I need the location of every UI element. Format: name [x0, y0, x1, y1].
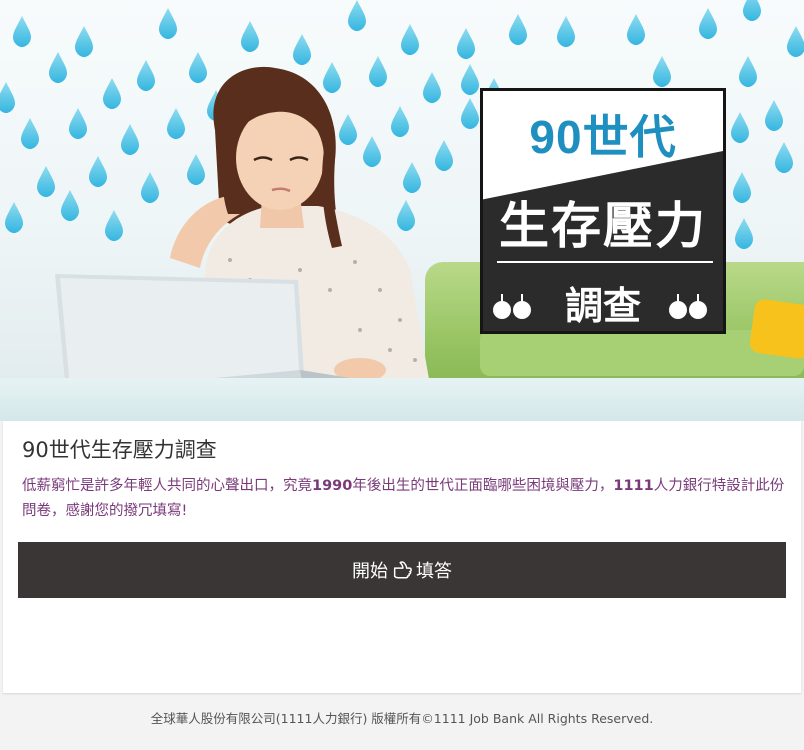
- start-label-after: 填答: [416, 561, 452, 582]
- survey-title-badge: 90世代 生存壓力 調查: [480, 88, 726, 334]
- copyright-footer: 全球華人股份有限公司(1111人力銀行) 版權所有©1111 Job Bank …: [150, 711, 654, 726]
- badge-divider: [497, 261, 713, 263]
- survey-card: 90世代生存壓力調查 低薪窮忙是許多年輕人共同的心聲出口，究竟1990年後出生的…: [3, 421, 801, 693]
- survey-description: 低薪窮忙是許多年輕人共同的心聲出口，究竟1990年後出生的世代正面臨哪些困境與壓…: [22, 474, 792, 524]
- badge-main-text: 生存壓力: [499, 198, 707, 254]
- description-highlight: 1111: [613, 478, 654, 494]
- table-surface: [0, 378, 804, 421]
- badge-top-text: 90世代: [529, 111, 677, 163]
- pointing-hand-icon: [393, 561, 412, 579]
- survey-title: 90世代生存壓力調查: [22, 438, 217, 462]
- hero-banner: 90世代 生存壓力 調查: [0, 0, 804, 421]
- bomb-icon: [669, 291, 713, 319]
- start-survey-button[interactable]: 開始 填答: [18, 542, 786, 598]
- description-text: 低薪窮忙是許多年輕人共同的心聲出口，究竟: [22, 478, 312, 494]
- description-highlight: 1990: [312, 478, 353, 494]
- survey-page: 90世代 生存壓力 調查 90世代生存壓力調查 低薪窮忙是許多年輕人共同的心聲出…: [0, 0, 804, 750]
- description-text: 年後出生的世代正面臨哪些困境與壓力，: [352, 478, 614, 494]
- start-label-before: 開始: [352, 561, 388, 582]
